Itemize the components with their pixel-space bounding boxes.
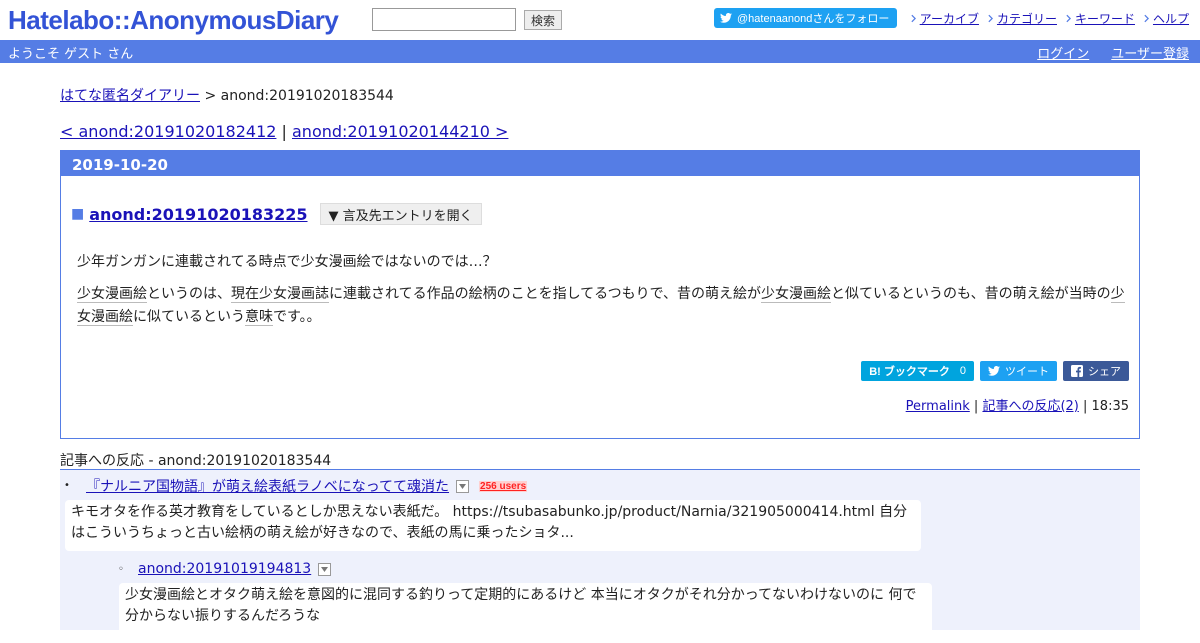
login-link[interactable]: ログイン: [1037, 43, 1089, 62]
facebook-share-button[interactable]: シェア: [1063, 361, 1129, 381]
search-input[interactable]: [372, 8, 516, 31]
triangle-down-icon: [321, 566, 329, 572]
search-button[interactable]: 検索: [524, 10, 562, 30]
entry-text: に連載されてる作品の絵柄のことを指してるつもりで、昔の萌え絵が: [329, 286, 762, 302]
next-entry-link[interactable]: anond:20191020144210 >: [292, 122, 508, 141]
nav-item-help[interactable]: ヘルプ: [1144, 10, 1189, 27]
tweet-label: ツイート: [1005, 366, 1049, 378]
footer-separator: |: [969, 399, 983, 414]
welcome-text: ようこそ ゲスト さん: [8, 47, 134, 62]
reaction-title-link[interactable]: anond:20191019194813: [138, 561, 311, 577]
nav-item-archive[interactable]: アーカイブ: [911, 10, 979, 27]
keyword-link[interactable]: 少女漫画絵: [77, 286, 147, 303]
day-header: 2019-10-20: [61, 151, 1139, 176]
register-link[interactable]: ユーザー登録: [1111, 43, 1189, 62]
entry-text: です。。: [273, 309, 321, 325]
hatena-bookmark-button[interactable]: B! ブックマーク 0: [861, 361, 974, 381]
list-bullet: ◦: [118, 564, 124, 575]
reaction-dropdown-button[interactable]: [456, 479, 470, 493]
twitter-follow-button[interactable]: @hatenaanondさんをフォロー: [714, 8, 898, 28]
arrow-right-icon: [988, 14, 993, 23]
keyword-link[interactable]: 少女漫画誌: [259, 286, 329, 303]
top-nav: アーカイブ カテゴリー キーワード ヘルプ: [902, 10, 1189, 27]
twitter-bird-icon: [988, 366, 1000, 376]
footer-separator: |: [1078, 399, 1092, 414]
entry-text: というのは、: [147, 286, 231, 302]
nav-item-keyword[interactable]: キーワード: [1066, 10, 1135, 27]
nav-item-category[interactable]: カテゴリー: [988, 10, 1057, 27]
keyword-link[interactable]: 意味: [245, 309, 273, 326]
tweet-button[interactable]: ツイート: [980, 361, 1057, 381]
nav-link-category[interactable]: カテゴリー: [997, 10, 1057, 27]
twitter-bird-icon: [720, 13, 732, 23]
breadcrumb: はてな匿名ダイアリー > anond:20191020183544: [60, 85, 394, 105]
nav-link-archive[interactable]: アーカイブ: [920, 10, 979, 27]
reactions-link[interactable]: 記事への反応(2): [982, 399, 1078, 414]
permalink-link[interactable]: Permalink: [906, 399, 970, 414]
entry-paragraph: 少年ガンガンに連載されてる時点で少女漫画絵ではないのでは…？: [77, 251, 1129, 274]
entry-text: に似ているという: [133, 309, 245, 325]
open-referenced-entry-button[interactable]: ▼ 言及先エントリを開く: [319, 203, 482, 225]
entry-text: と似ているというのも、昔の萌え絵が当時の: [831, 286, 1111, 302]
breadcrumb-home-link[interactable]: はてな匿名ダイアリー: [60, 88, 200, 104]
entry-pager: < anond:20191020182412 | anond:201910201…: [60, 122, 508, 141]
entry-footer: Permalink | 記事への反応(2) | 18:35: [906, 395, 1129, 414]
reaction-title-link[interactable]: 『ナルニア国物語』が萌え絵表紙ラノベになってて魂消た: [86, 476, 449, 496]
bookmark-label: B! ブックマーク: [869, 366, 950, 378]
reaction-dropdown-button[interactable]: [318, 562, 332, 576]
keyword-link[interactable]: 現在: [231, 286, 259, 303]
site-logo[interactable]: Hatelabo::AnonymousDiary: [8, 5, 339, 36]
entry-text: 少年ガンガンに連載されてる時点で少女漫画絵ではないのでは…？: [77, 254, 497, 270]
nav-link-help[interactable]: ヘルプ: [1153, 10, 1189, 27]
arrow-right-icon: [1144, 14, 1149, 23]
account-links: ログイン ユーザー登録: [1015, 43, 1189, 62]
arrow-right-icon: [1066, 14, 1071, 23]
pager-separator: |: [276, 122, 292, 141]
reaction-title-row: 『ナルニア国物語』が萌え絵表紙ラノベになってて魂消た 256 users: [86, 476, 528, 496]
square-bullet-icon: ■: [71, 206, 85, 222]
reaction-title-row: anond:20191019194813: [138, 561, 332, 577]
triangle-down-icon: [459, 483, 467, 489]
reaction-summary: キモオタを作る英才教育をしているとしか思えない表紙だ。 https://tsub…: [65, 500, 921, 551]
breadcrumb-separator: >: [200, 88, 221, 104]
bookmark-count: 0: [959, 365, 966, 377]
entry-title-link[interactable]: anond:20191020183225: [89, 205, 307, 224]
nav-link-keyword[interactable]: キーワード: [1075, 10, 1135, 27]
reaction-summary: 少女漫画絵とオタク萌え絵を意図的に混同する釣りって定期的にあるけど 本当にオタク…: [119, 583, 932, 643]
entry-body: 少年ガンガンに連載されてる時点で少女漫画絵ではないのでは…？ 少女漫画絵というの…: [77, 251, 1129, 338]
share-buttons: B! ブックマーク 0 ツイート シェア: [855, 361, 1129, 381]
breadcrumb-current: anond:20191020183544: [220, 88, 394, 104]
share-label: シェア: [1088, 366, 1121, 378]
prev-entry-link[interactable]: < anond:20191020182412: [60, 122, 276, 141]
follow-label: @hatenaanondさんをフォロー: [737, 13, 890, 25]
keyword-link[interactable]: 少女漫画絵: [761, 286, 832, 303]
reactions-list: • 『ナルニア国物語』が萌え絵表紙ラノベになってて魂消た 256 users キ…: [60, 470, 1140, 643]
arrow-right-icon: [911, 14, 916, 23]
site-header: Hatelabo::AnonymousDiary 検索 @hatenaanond…: [0, 0, 1200, 40]
day-section: 2019-10-20 ■ anond:20191020183225 ▼ 言及先エ…: [60, 150, 1140, 439]
user-bar: ようこそ ゲスト さん ログイン ユーザー登録: [0, 40, 1200, 63]
day-date: 2019-10-20: [72, 156, 168, 174]
facebook-icon: [1071, 365, 1083, 377]
entry-paragraph: 少女漫画絵というのは、現在少女漫画誌に連載されてる作品の絵柄のことを指してるつも…: [77, 283, 1129, 329]
list-bullet: •: [64, 480, 70, 491]
entry-time: 18:35: [1091, 399, 1129, 414]
bookmark-users-badge[interactable]: 256 users: [479, 480, 528, 492]
reactions-heading: 記事への反応 - anond:20191020183544: [60, 450, 1140, 470]
entry-title-row: ■ anond:20191020183225 ▼ 言及先エントリを開く: [71, 203, 482, 225]
